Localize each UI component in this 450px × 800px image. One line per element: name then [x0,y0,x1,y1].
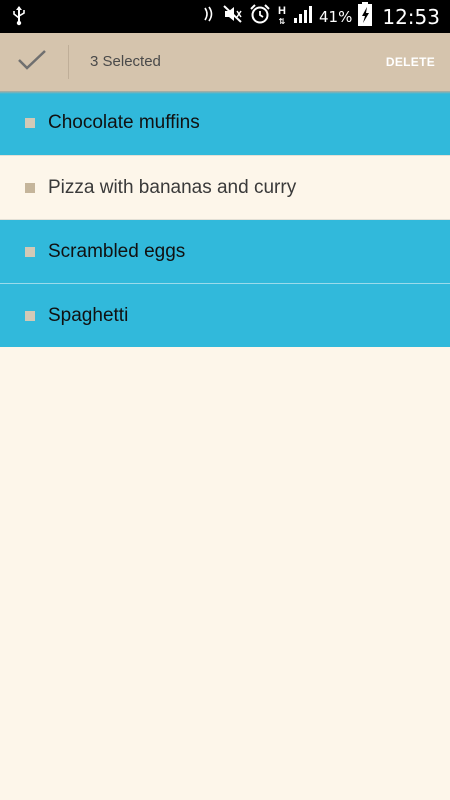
network-type-label: H [278,5,286,17]
list-item-label: Scrambled eggs [48,241,186,262]
bullet-icon [25,183,35,193]
list-item-label: Chocolate muffins [48,112,200,133]
network-h-icon: H ⇅ [278,5,286,27]
usb-icon [12,6,26,31]
mute-icon [223,4,243,29]
contextual-action-bar: 3 Selected DELETE [0,33,450,91]
status-bar: H ⇅ 41% 12:53 [0,0,450,33]
list-item[interactable]: Scrambled eggs [0,219,450,283]
alarm-icon [249,3,271,30]
list-item-label: Pizza with bananas and curry [48,177,297,198]
clock: 12:53 [382,4,440,29]
recipe-list: Chocolate muffins Pizza with bananas and… [0,91,450,347]
signal-icon [293,4,313,29]
list-item[interactable]: Spaghetti [0,283,450,347]
battery-percent: 41% [319,7,353,26]
bullet-icon [25,118,35,128]
list-item[interactable]: Pizza with bananas and curry [0,155,450,219]
check-icon [17,49,47,76]
divider [68,45,69,79]
bullet-icon [25,311,35,321]
done-button[interactable] [10,41,54,83]
action-bar-shadow [0,91,450,94]
nfc-icon [203,4,217,29]
list-item-label: Spaghetti [48,305,129,326]
delete-button[interactable]: DELETE [386,33,435,91]
selected-count: 3 Selected [90,53,161,70]
list-item[interactable]: Chocolate muffins [0,91,450,155]
bullet-icon [25,247,35,257]
battery-charging-icon [358,2,373,31]
